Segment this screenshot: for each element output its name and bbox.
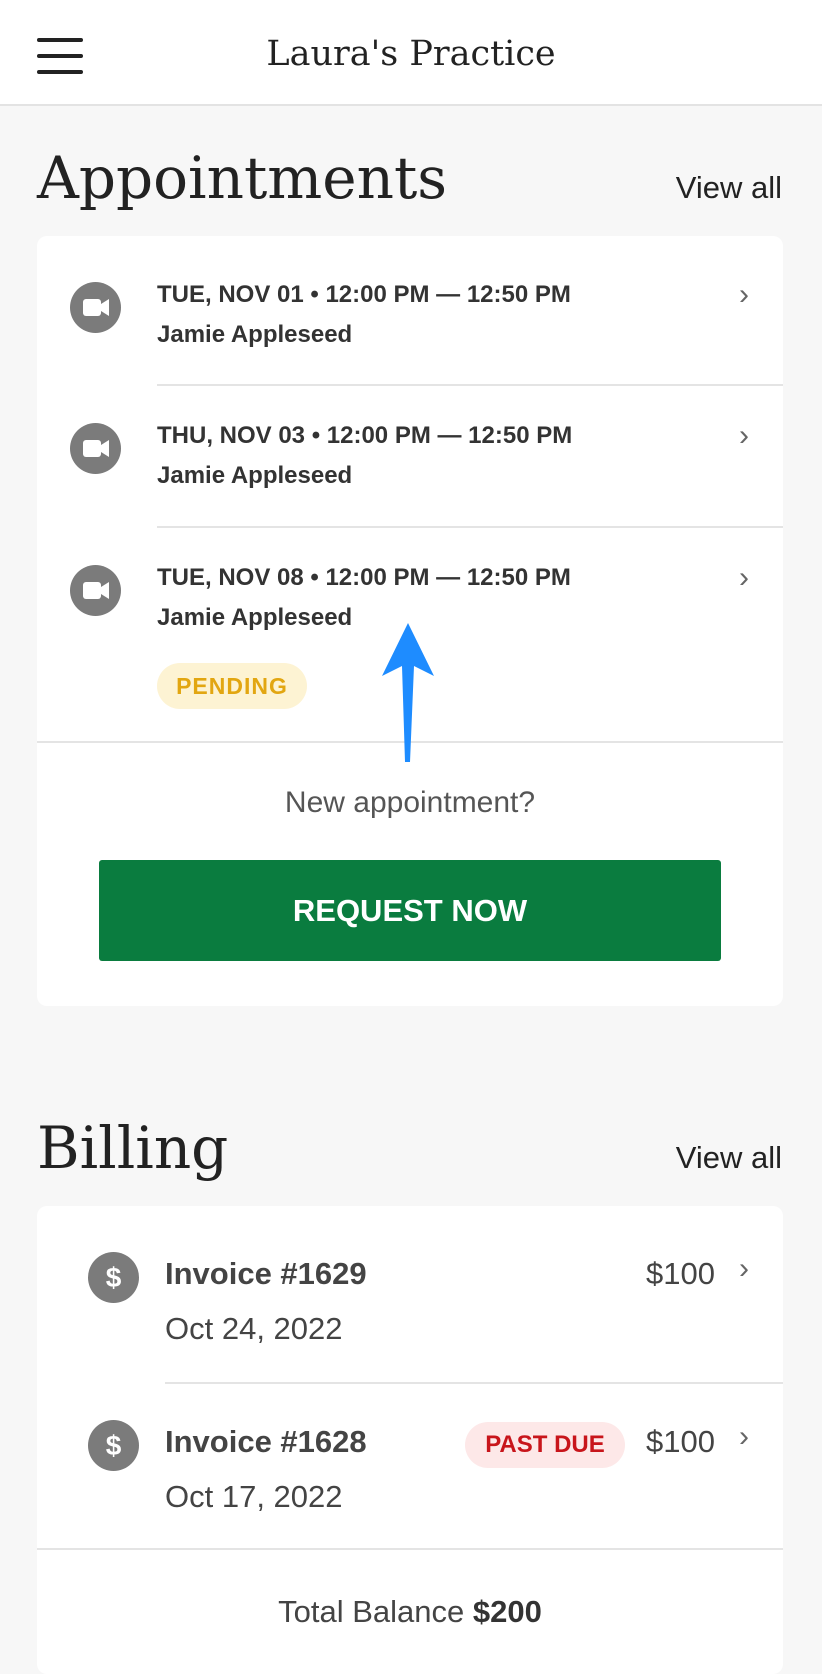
total-balance-label: Total Balance [278, 1594, 473, 1629]
appointment-row[interactable]: THU, NOV 03 • 12:00 PM — 12:50 PM Jamie … [37, 386, 783, 526]
appointment-client: Jamie Appleseed [157, 462, 353, 489]
appointment-datetime: TUE, NOV 08 • 12:00 PM — 12:50 PM [157, 564, 571, 591]
chevron-right-icon: › [739, 278, 749, 311]
appointment-datetime: THU, NOV 03 • 12:00 PM — 12:50 PM [157, 422, 573, 449]
invoice-row[interactable]: $ Invoice #1629 Oct 24, 2022 $100 › [37, 1206, 783, 1382]
practice-title: Laura's Practice [266, 34, 556, 74]
total-balance: Total Balance $200 [37, 1594, 783, 1630]
invoice-date: Oct 17, 2022 [165, 1479, 343, 1514]
chevron-right-icon: › [739, 1252, 749, 1285]
appointments-view-all-link[interactable]: View all [676, 170, 782, 206]
total-balance-value: $200 [472, 1594, 542, 1629]
appointment-client: Jamie Appleseed [157, 321, 353, 348]
video-camera-icon [70, 423, 121, 474]
request-now-button[interactable]: REQUEST NOW [99, 860, 721, 961]
appointments-heading: Appointments [37, 144, 448, 212]
invoice-date: Oct 24, 2022 [165, 1311, 343, 1346]
video-camera-icon [70, 282, 121, 333]
appointment-row[interactable]: TUE, NOV 01 • 12:00 PM — 12:50 PM Jamie … [37, 236, 783, 384]
billing-view-all-link[interactable]: View all [676, 1140, 782, 1176]
invoice-title: Invoice #1628 [165, 1424, 367, 1459]
new-appointment-prompt: New appointment? [284, 786, 536, 819]
appointment-client: Jamie Appleseed [157, 604, 353, 631]
billing-card: $ Invoice #1629 Oct 24, 2022 $100 › $ In… [37, 1206, 783, 1674]
invoice-row[interactable]: $ Invoice #1628 Oct 17, 2022 PAST DUE $1… [37, 1384, 783, 1546]
video-camera-icon [70, 565, 121, 616]
invoice-amount: $100 [646, 1424, 715, 1459]
top-app-bar: Laura's Practice [0, 0, 822, 106]
chevron-right-icon: › [739, 1420, 749, 1453]
appointment-datetime: TUE, NOV 01 • 12:00 PM — 12:50 PM [157, 281, 571, 308]
past-due-status-badge: PAST DUE [465, 1422, 625, 1468]
dollar-icon: $ [88, 1252, 139, 1303]
billing-heading: Billing [37, 1114, 229, 1182]
chevron-right-icon: › [739, 419, 749, 452]
divider [37, 1548, 783, 1550]
invoice-title: Invoice #1629 [165, 1256, 367, 1291]
chevron-right-icon: › [739, 561, 749, 594]
invoice-amount: $100 [646, 1256, 715, 1291]
dollar-icon: $ [88, 1420, 139, 1471]
annotation-arrow-icon [382, 623, 434, 762]
pending-status-badge: PENDING [157, 663, 307, 709]
